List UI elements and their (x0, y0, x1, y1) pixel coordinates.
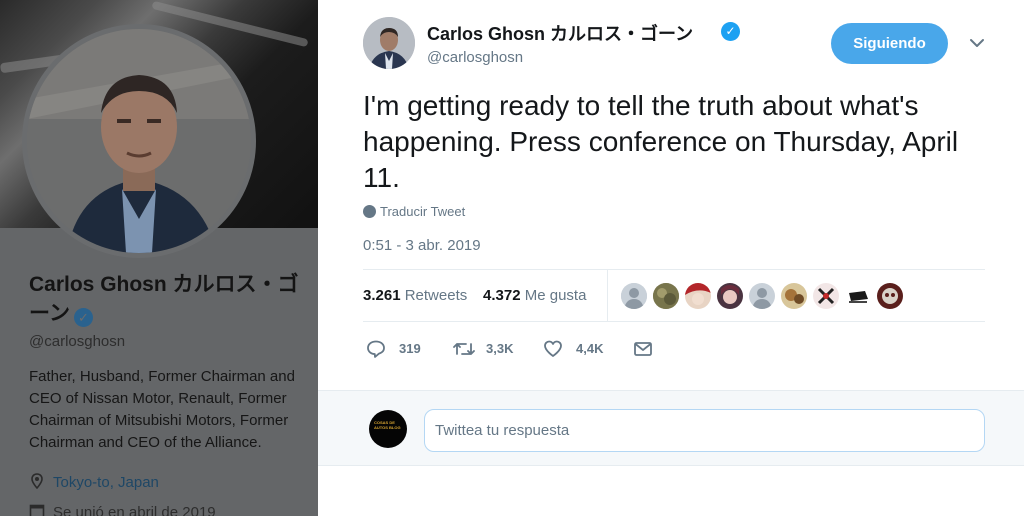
current-user-avatar[interactable]: COSAS DE AUTOS BLOG (369, 410, 407, 448)
profile-location[interactable]: Tokyo-to, Japan (29, 473, 159, 491)
tweet-timestamp[interactable]: 0:51 - 3 abr. 2019 (363, 237, 481, 254)
author-avatar[interactable] (363, 17, 415, 69)
background-profile: Carlos Ghosn カルロス・ゴーン ✓ @carlosghosn Fath… (0, 0, 318, 516)
profile-joined-text: Se unió en abril de 2019 (53, 504, 216, 516)
translate-tweet-link[interactable]: Traducir Tweet (363, 204, 465, 219)
tweet-text: I'm getting ready to tell the truth abou… (363, 90, 959, 193)
like-count: 4,4K (576, 341, 604, 356)
message-icon (634, 342, 652, 356)
verified-badge-icon: ✓ (73, 308, 93, 327)
liker-avatar[interactable] (813, 283, 839, 309)
calendar-icon (29, 504, 45, 516)
likes-label: Me gusta (524, 287, 587, 304)
reply-count: 319 (399, 341, 421, 356)
likes-stat[interactable]: 4.372 Me gusta (483, 287, 586, 304)
direct-message-button[interactable] (633, 337, 657, 361)
reply-composer: COSAS DE AUTOS BLOG (318, 390, 1024, 466)
chevron-down-icon[interactable] (968, 34, 986, 52)
current-user-avatar-text: COSAS DE AUTOS BLOG (374, 420, 401, 430)
globe-icon (363, 205, 376, 218)
likes-count: 4.372 (483, 287, 521, 304)
liker-avatar[interactable] (621, 283, 647, 309)
liker-avatar[interactable] (781, 283, 807, 309)
liker-avatar[interactable] (877, 283, 903, 309)
liker-avatar[interactable] (653, 283, 679, 309)
profile-name-text: Carlos Ghosn カルロス・ゴーン (29, 273, 299, 325)
divider (363, 321, 985, 322)
like-button[interactable]: 4,4K (543, 337, 613, 361)
reply-icon (367, 340, 385, 358)
liker-avatar[interactable] (749, 283, 775, 309)
author-name[interactable]: Carlos Ghosn カルロス・ゴーン (427, 20, 693, 46)
divider (607, 270, 608, 321)
liker-avatar[interactable] (717, 283, 743, 309)
retweet-button[interactable]: 3,3K (453, 337, 523, 361)
translate-label: Traducir Tweet (380, 204, 466, 219)
reply-button[interactable]: 319 (366, 337, 426, 361)
retweets-count: 3.261 (363, 287, 401, 304)
liker-avatar[interactable] (845, 283, 871, 309)
retweets-label: Retweets (404, 287, 468, 304)
profile-location-text: Tokyo-to, Japan (53, 474, 159, 491)
location-pin-icon (31, 473, 43, 489)
following-button[interactable]: Siguiendo (831, 23, 948, 64)
retweets-stat[interactable]: 3.261 Retweets (363, 287, 467, 304)
profile-avatar[interactable] (22, 24, 256, 258)
reply-input[interactable] (424, 409, 985, 452)
liker-avatar[interactable] (685, 283, 711, 309)
profile-name: Carlos Ghosn カルロス・ゴーン ✓ (29, 270, 314, 328)
profile-bio: Father, Husband, Former Chairman and CEO… (29, 368, 295, 451)
verified-badge-icon: ✓ (721, 22, 740, 41)
profile-joined: Se unió en abril de 2019 (29, 503, 216, 516)
divider (363, 269, 985, 270)
retweet-icon (453, 343, 475, 355)
heart-icon (544, 340, 562, 357)
tweet-modal: Carlos Ghosn カルロス・ゴーン ✓ @carlosghosn Sig… (318, 0, 1024, 516)
author-handle[interactable]: @carlosghosn (427, 49, 523, 66)
retweet-count: 3,3K (486, 341, 514, 356)
profile-handle: @carlosghosn (29, 333, 126, 350)
